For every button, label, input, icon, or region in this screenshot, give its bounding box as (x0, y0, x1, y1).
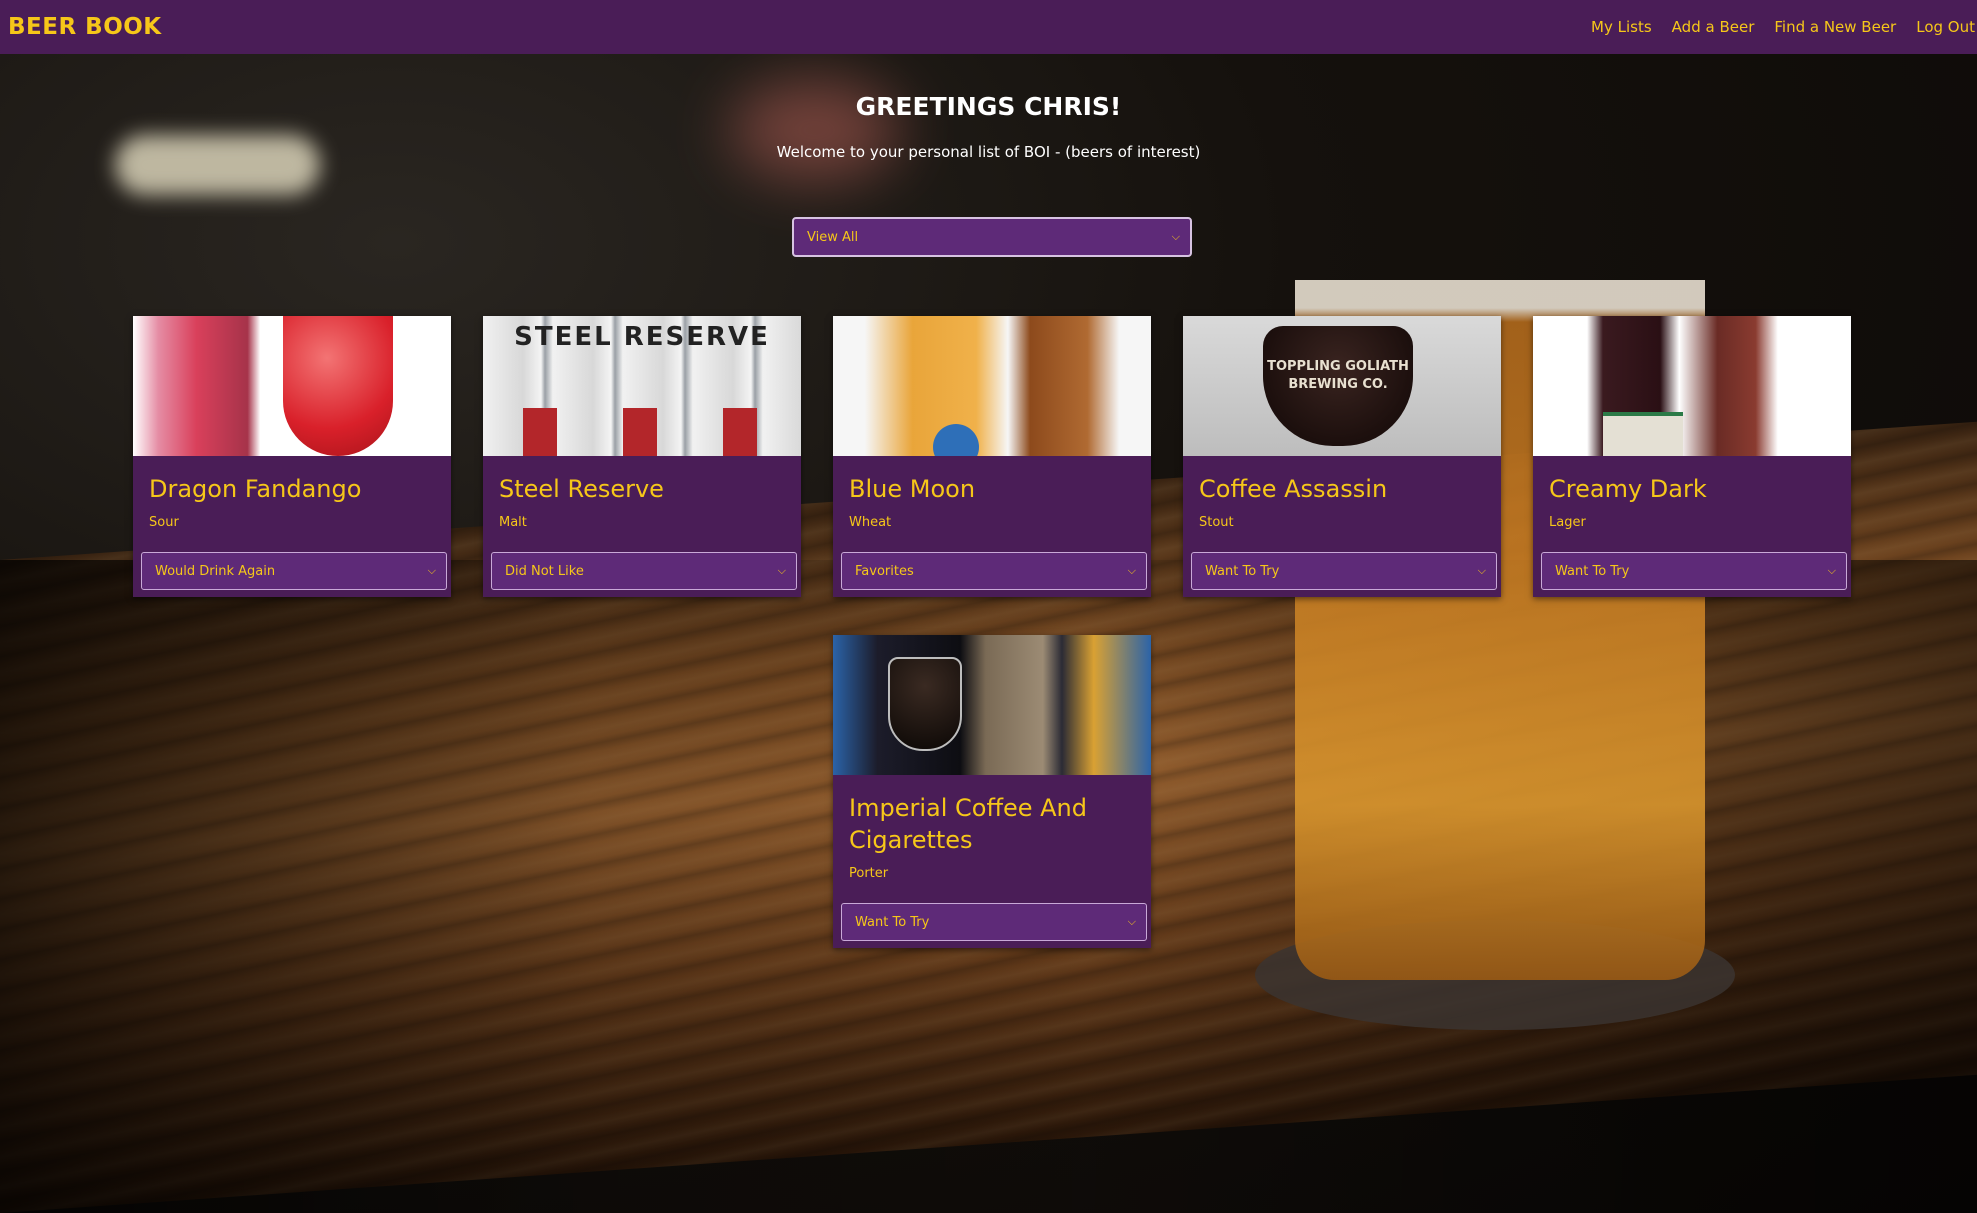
chevron-down-icon: ⌵ (427, 564, 436, 577)
beer-status-select[interactable]: Want To Try ⌵ (841, 903, 1147, 941)
beer-card: Creamy Dark Lager Want To Try ⌵ (1533, 316, 1851, 597)
beer-image (833, 635, 1151, 775)
nav-link-log-out[interactable]: Log Out (1916, 18, 1975, 36)
beer-status-select[interactable]: Favorites ⌵ (841, 552, 1147, 590)
beer-image: STEEL RESERVE (483, 316, 801, 456)
beer-card: Dragon Fandango Sour Would Drink Again ⌵ (133, 316, 451, 597)
beer-card: STEEL RESERVE Steel Reserve Malt Did Not… (483, 316, 801, 597)
beer-image (833, 316, 1151, 456)
navbar: BEER BOOK My Lists Add a Beer Find a New… (0, 0, 1977, 54)
chevron-down-icon: ⌵ (1827, 564, 1836, 577)
beer-style: Wheat (849, 515, 892, 530)
welcome-text: Welcome to your personal list of BOI - (… (776, 143, 1201, 161)
beer-style: Malt (499, 515, 527, 530)
beer-style: Stout (1199, 515, 1234, 530)
beer-card: Imperial Coffee And Cigarettes Porter Wa… (833, 635, 1151, 948)
chevron-down-icon: ⌵ (1127, 915, 1136, 928)
beer-style: Porter (849, 866, 889, 881)
beer-card: TOPPLING GOLIATH BREWING CO. Coffee Assa… (1183, 316, 1501, 597)
beer-status-value: Want To Try (1205, 563, 1280, 579)
beer-status-select[interactable]: Would Drink Again ⌵ (141, 552, 447, 590)
brand-logo[interactable]: BEER BOOK (8, 14, 162, 40)
nav-link-my-lists[interactable]: My Lists (1591, 18, 1652, 36)
beer-name: Dragon Fandango (149, 475, 362, 503)
beer-name: Creamy Dark (1549, 475, 1707, 503)
nav-link-find-beer[interactable]: Find a New Beer (1774, 18, 1896, 36)
beer-status-select[interactable]: Want To Try ⌵ (1541, 552, 1847, 590)
beer-card: Blue Moon Wheat Favorites ⌵ (833, 316, 1151, 597)
beer-status-select[interactable]: Want To Try ⌵ (1191, 552, 1497, 590)
beer-name: Imperial Coffee And Cigarettes (849, 794, 1087, 854)
beer-image (133, 316, 451, 456)
beer-status-value: Want To Try (855, 914, 930, 930)
beer-status-value: Did Not Like (505, 563, 584, 579)
nav-links: My Lists Add a Beer Find a New Beer Log … (1571, 18, 1975, 36)
beer-name: Coffee Assassin (1199, 475, 1388, 503)
beer-image-text: STEEL RESERVE (514, 322, 770, 352)
beer-name: Blue Moon (849, 475, 976, 503)
list-filter-select[interactable]: View All ⌵ (792, 217, 1192, 257)
chevron-down-icon: ⌵ (1477, 564, 1486, 577)
beer-status-value: Favorites (855, 563, 914, 579)
nav-link-add-beer[interactable]: Add a Beer (1672, 18, 1755, 36)
beer-image (1533, 316, 1851, 456)
beer-status-value: Would Drink Again (155, 563, 276, 579)
beer-image-text: TOPPLING GOLIATH BREWING CO. (1267, 359, 1409, 392)
list-filter-value: View All (807, 229, 859, 245)
beer-style: Sour (149, 515, 179, 530)
beer-image: TOPPLING GOLIATH BREWING CO. (1183, 316, 1501, 456)
beer-name: Steel Reserve (499, 475, 664, 503)
background-photo (0, 0, 1977, 1213)
chevron-down-icon: ⌵ (1127, 564, 1136, 577)
beer-style: Lager (1549, 515, 1586, 530)
beer-status-select[interactable]: Did Not Like ⌵ (491, 552, 797, 590)
page-title: GREETINGS CHRIS! (855, 92, 1122, 121)
beer-status-value: Want To Try (1555, 563, 1630, 579)
chevron-down-icon: ⌵ (777, 564, 786, 577)
chevron-down-icon: ⌵ (1171, 230, 1180, 243)
